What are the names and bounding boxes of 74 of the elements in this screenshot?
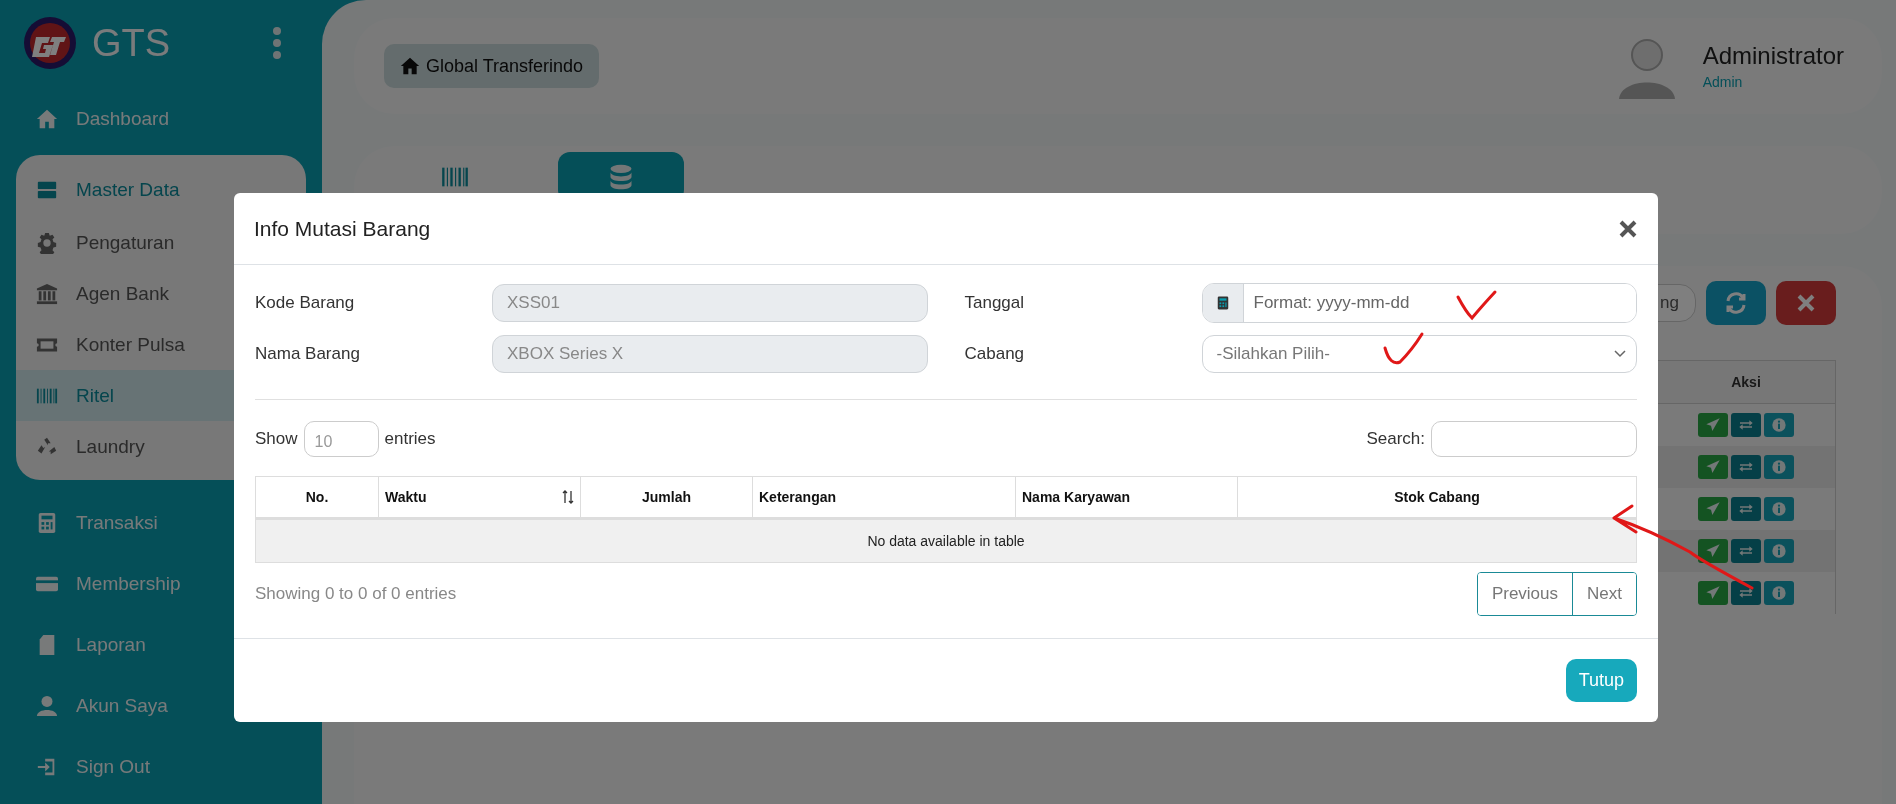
entries-info: Showing 0 to 0 of 0 entries: [255, 584, 457, 604]
send-button[interactable]: [1698, 413, 1728, 437]
send-button[interactable]: [1698, 539, 1728, 563]
info-button[interactable]: [1764, 581, 1794, 605]
chevron-down-icon: [1614, 350, 1626, 358]
send-button[interactable]: [1698, 455, 1728, 479]
transfer-button[interactable]: [1731, 497, 1761, 521]
transfer-button[interactable]: [1731, 455, 1761, 479]
paper-plane-icon: [1705, 417, 1721, 433]
transfer-button[interactable]: [1731, 539, 1761, 563]
search-field[interactable]: [1431, 421, 1637, 457]
info-button[interactable]: [1764, 455, 1794, 479]
show-label: Show: [255, 429, 298, 449]
info-icon: [1771, 543, 1787, 559]
check-mark-drawing: [1383, 332, 1424, 365]
close-dialog-button[interactable]: Tutup: [1565, 659, 1637, 702]
arrows-icon: [1738, 417, 1754, 433]
server-icon: [36, 179, 58, 201]
info-button[interactable]: [1764, 497, 1794, 521]
check-mark-drawing: [1456, 290, 1497, 320]
transfer-button[interactable]: [1731, 413, 1761, 437]
user-icon: [36, 694, 58, 717]
modal-title: Info Mutasi Barang: [254, 216, 432, 241]
gear-icon: [36, 231, 58, 254]
refresh-icon: [1724, 291, 1748, 315]
close-icon: [1618, 218, 1638, 239]
sidebar-item[interactable]: Sign Out: [16, 736, 306, 797]
sidebar-item[interactable]: Akun Saya: [16, 675, 306, 736]
close-button[interactable]: [1618, 218, 1638, 239]
field-label: Nama Barang: [255, 344, 361, 364]
paper-plane-icon: [1705, 585, 1721, 601]
field-label: Cabang: [964, 344, 1026, 364]
info-icon: [1771, 459, 1787, 475]
arrows-icon: [1738, 501, 1754, 517]
sidebar-item[interactable]: Master Data: [16, 163, 306, 217]
arrows-icon: [1738, 543, 1754, 559]
delete-button[interactable]: [1776, 281, 1836, 325]
entries-select[interactable]: 10: [303, 421, 379, 457]
column-header: Aksi: [1656, 360, 1836, 404]
home-button[interactable]: Global Transferindo: [384, 44, 600, 88]
send-button[interactable]: [1698, 497, 1728, 521]
empty-message: No data available in table: [255, 518, 1637, 563]
field-label: Tanggal: [964, 293, 1026, 313]
transfer-button[interactable]: [1731, 581, 1761, 605]
logo-icon: [22, 15, 78, 71]
field-label: Kode Barang: [255, 293, 356, 313]
info-button[interactable]: [1764, 539, 1794, 563]
sort-icon: [562, 490, 574, 504]
info-icon: [1771, 417, 1787, 433]
send-button[interactable]: [1698, 581, 1728, 605]
paper-plane-icon: [1705, 459, 1721, 475]
info-icon: [1771, 501, 1787, 517]
info-icon: [1771, 585, 1787, 601]
user-name: Administrator: [1702, 42, 1844, 70]
page-button[interactable]: Next: [1572, 573, 1636, 615]
more-options-icon[interactable]: [272, 27, 282, 59]
entries-label: entries: [384, 429, 436, 449]
sidebar-item[interactable]: Laporan: [16, 614, 306, 675]
sidebar-item[interactable]: Dashboard: [16, 88, 306, 149]
refresh-button[interactable]: [1706, 281, 1766, 325]
search-label: Search:: [1366, 429, 1425, 449]
date-field[interactable]: Format: yyyy-mm-dd: [1201, 283, 1637, 323]
paper-plane-icon: [1705, 501, 1721, 517]
close-icon: [1797, 294, 1815, 312]
bank-icon: [36, 282, 58, 305]
home-icon: [36, 107, 58, 130]
user-role: Admin: [1702, 74, 1744, 90]
paper-plane-icon: [1705, 543, 1721, 559]
arrows-icon: [1738, 459, 1754, 475]
info-button[interactable]: [1764, 413, 1794, 437]
branch-select[interactable]: -Silahkan Pilih-: [1201, 335, 1637, 373]
home-icon: [400, 56, 420, 76]
brand-name: GTS: [92, 21, 172, 65]
arrows-icon: [1738, 585, 1754, 601]
